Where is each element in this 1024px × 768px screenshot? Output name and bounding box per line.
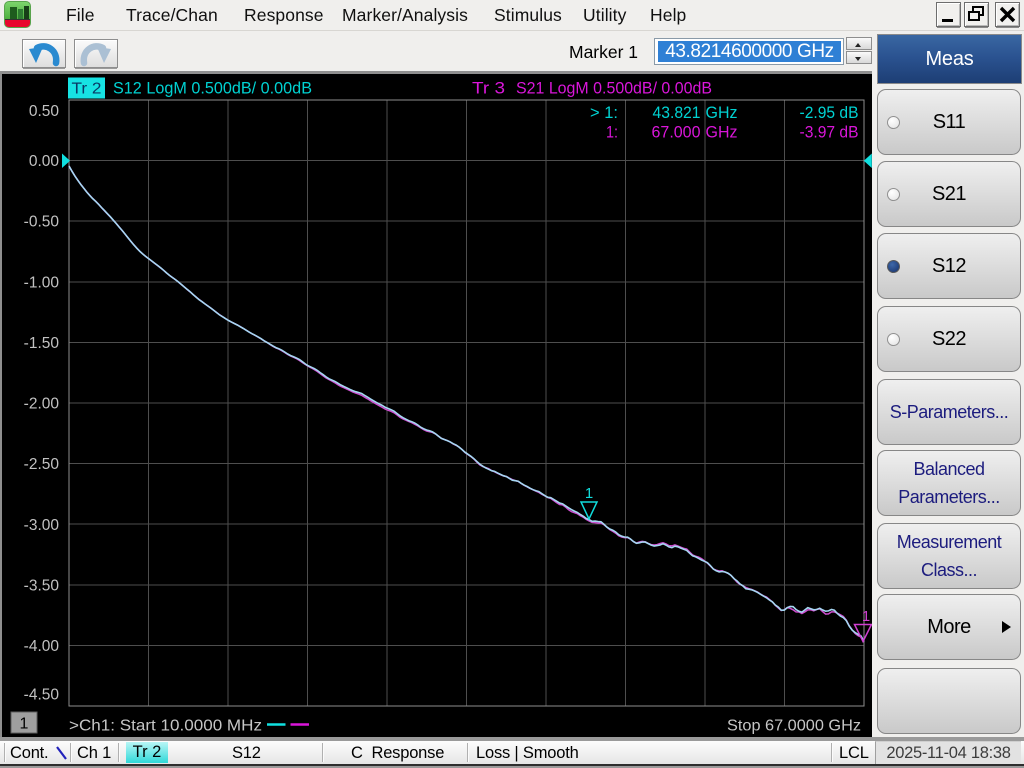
svg-text:-4.00: -4.00 — [24, 638, 60, 655]
svg-text:S21 LogM 0.500dB/ 0.00dB: S21 LogM 0.500dB/ 0.00dB — [516, 79, 712, 98]
svg-text:Stop 67.0000 GHz: Stop 67.0000 GHz — [727, 718, 861, 735]
svg-text:0.50: 0.50 — [29, 103, 60, 120]
svg-text:GHz: GHz — [706, 124, 738, 142]
svg-text:-4.50: -4.50 — [24, 687, 60, 704]
svg-text:1: 1 — [20, 716, 29, 733]
svg-text:67.000: 67.000 — [652, 124, 701, 142]
svg-text:-3.97 dB: -3.97 dB — [800, 124, 859, 142]
svg-text:Tr 3: Tr 3 — [472, 79, 505, 98]
svg-text:>Ch1: Start 10.0000 MHz: >Ch1: Start 10.0000 MHz — [69, 718, 262, 735]
svg-text:1: 1 — [862, 608, 870, 625]
svg-text:GHz: GHz — [706, 104, 738, 122]
svg-text:-1.00: -1.00 — [24, 274, 60, 291]
svg-text:-0.50: -0.50 — [24, 214, 60, 231]
svg-text:-3.00: -3.00 — [24, 517, 60, 534]
svg-text:1:: 1: — [606, 124, 618, 142]
svg-text:1: 1 — [585, 485, 593, 502]
svg-text:0.00: 0.00 — [29, 153, 60, 170]
svg-text:-2.00: -2.00 — [24, 396, 60, 413]
svg-text:43.821: 43.821 — [653, 104, 701, 122]
svg-text:S12 LogM 0.500dB/ 0.00dB: S12 LogM 0.500dB/ 0.00dB — [113, 79, 312, 98]
svg-text:-1.50: -1.50 — [24, 335, 60, 352]
svg-text:> 1:: > 1: — [590, 104, 618, 122]
svg-text:-3.50: -3.50 — [24, 577, 60, 594]
svg-text:Tr 2: Tr 2 — [72, 81, 102, 98]
svg-text:-2.50: -2.50 — [24, 456, 60, 473]
svg-text:-2.95 dB: -2.95 dB — [800, 104, 859, 122]
